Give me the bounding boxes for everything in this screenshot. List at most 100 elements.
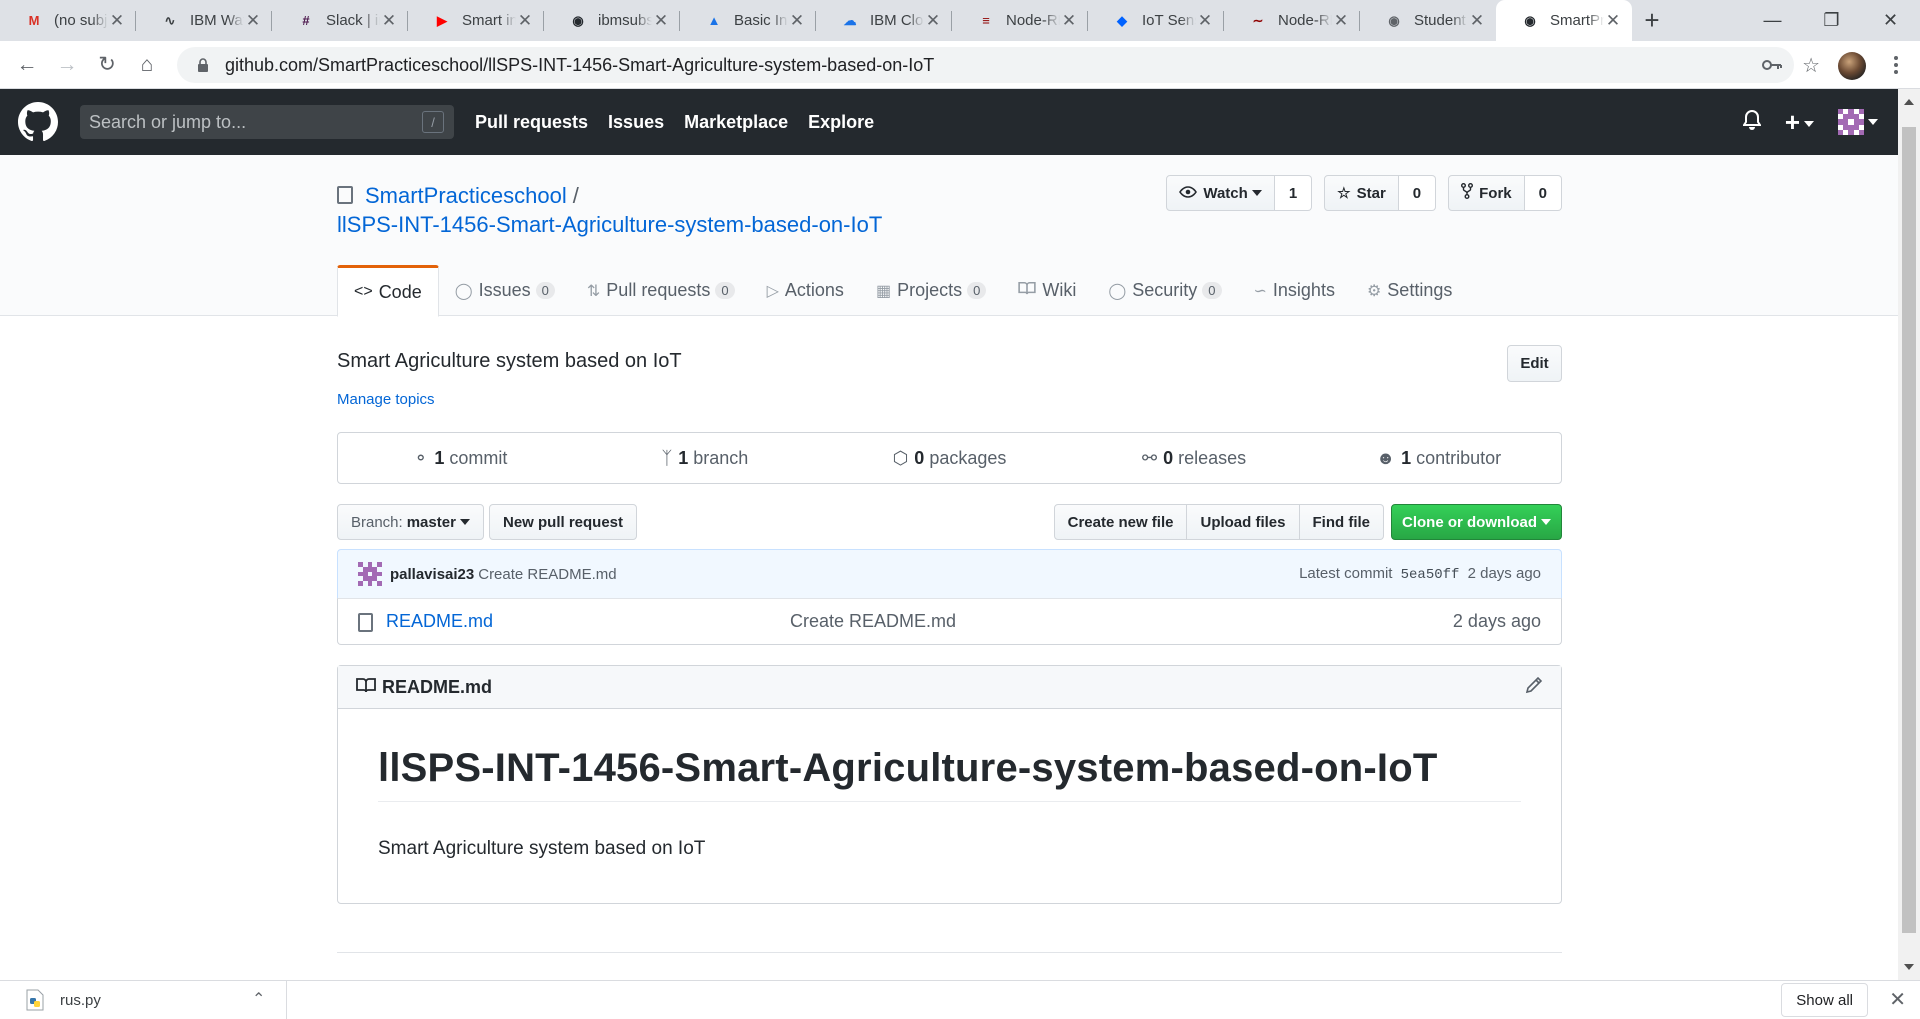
download-options-chevron-icon[interactable]: ⌃ [252, 989, 265, 1009]
tab-wiki[interactable]: Wiki [1002, 265, 1092, 316]
tab-projects[interactable]: ▦ Projects 0 [860, 265, 1002, 316]
download-filename: rus.py [60, 991, 101, 1009]
nav-pull-requests[interactable]: Pull requests [475, 112, 588, 133]
tab-security[interactable]: ◯ Security 0 [1092, 265, 1237, 316]
edit-readme-pencil-icon[interactable] [1525, 676, 1543, 700]
scroll-up-icon[interactable] [1904, 99, 1914, 105]
close-tab-icon[interactable]: ✕ [1468, 11, 1486, 31]
github-header-actions: + [1741, 89, 1878, 155]
committer-avatar-icon[interactable] [358, 562, 382, 586]
commit-sha-link[interactable]: 5ea50ff [1401, 567, 1460, 583]
tab-settings[interactable]: ⚙ Settings [1351, 265, 1468, 316]
new-pull-request-button[interactable]: New pull request [489, 504, 638, 540]
clone-or-download-button[interactable]: Clone or download [1391, 504, 1562, 540]
chevron-down-icon [1541, 519, 1551, 525]
browser-tab[interactable]: ☁ IBM Cloud✕ [816, 0, 952, 41]
fork-count[interactable]: 0 [1524, 175, 1562, 211]
close-tab-icon[interactable]: ✕ [108, 11, 126, 31]
browser-tab[interactable]: ≡ Node-RED✕ [952, 0, 1088, 41]
nav-explore[interactable]: Explore [808, 112, 874, 133]
watch-count[interactable]: 1 [1274, 175, 1313, 211]
branch-select-button[interactable]: Branch: master [337, 504, 484, 540]
download-item[interactable]: rus.py [26, 989, 101, 1011]
close-tab-icon[interactable]: ✕ [788, 11, 806, 31]
tab-actions[interactable]: ▷ Actions [751, 265, 860, 316]
browser-tab[interactable]: ∿ IBM Watson✕ [136, 0, 272, 41]
nav-marketplace[interactable]: Marketplace [684, 112, 788, 133]
reload-icon[interactable]: ↻ [87, 45, 127, 85]
browser-tab[interactable]: ∼ Node-RED✕ [1224, 0, 1360, 41]
close-tab-icon[interactable]: ✕ [244, 11, 262, 31]
star-count[interactable]: 0 [1398, 175, 1437, 211]
manage-topics-link[interactable]: Manage topics [337, 391, 435, 408]
chrome-menu-icon[interactable] [1886, 51, 1906, 79]
user-avatar-icon [1838, 109, 1864, 135]
github-header: Search or jump to... / Pull requests Iss… [0, 89, 1898, 155]
create-new-file-button[interactable]: Create new file [1053, 504, 1188, 540]
user-menu-dropdown[interactable] [1838, 109, 1878, 135]
profile-avatar[interactable] [1838, 52, 1866, 80]
show-all-downloads-button[interactable]: Show all [1781, 983, 1868, 1017]
home-icon[interactable]: ⌂ [127, 45, 167, 85]
key-icon[interactable] [1762, 54, 1783, 77]
close-tab-icon[interactable]: ✕ [516, 11, 534, 31]
address-bar[interactable]: github.com/SmartPracticeschool/llSPS-INT… [177, 47, 1794, 83]
tab-counter: 0 [1202, 282, 1222, 299]
bookmark-star-icon[interactable]: ☆ [1802, 53, 1820, 78]
create-new-dropdown[interactable]: + [1785, 109, 1814, 135]
browser-tab[interactable]: ◉ Student ✕ [1360, 0, 1496, 41]
scroll-down-icon[interactable] [1904, 964, 1914, 970]
close-tab-icon[interactable]: ✕ [924, 11, 942, 31]
github-logo-icon[interactable] [18, 102, 58, 142]
repo-name-link[interactable]: llSPS-INT-1456-Smart-Agriculture-system-… [337, 212, 882, 238]
find-file-button[interactable]: Find file [1299, 504, 1384, 540]
commit-message-link[interactable]: Create README.md [478, 566, 616, 583]
tab-insights[interactable]: ∽ Insights [1238, 265, 1351, 316]
browser-tab[interactable]: ◆ IoT Sensor✕ [1088, 0, 1224, 41]
close-tab-icon[interactable]: ✕ [1196, 11, 1214, 31]
edit-description-button[interactable]: Edit [1507, 345, 1562, 382]
summary-contributor[interactable]: ☻ 1 contributor [1316, 433, 1561, 483]
browser-tab[interactable]: # Slack | internship✕ [272, 0, 408, 41]
minimize-icon[interactable]: — [1743, 0, 1802, 41]
restore-icon[interactable]: ❐ [1802, 0, 1861, 41]
file-commit-message-link[interactable]: Create README.md [790, 611, 956, 632]
summary-releases[interactable]: ⚯ 0 releases [1072, 433, 1317, 483]
new-tab-button[interactable]: + [1632, 0, 1672, 41]
summary-packages[interactable]: ⬡ 0 packages [827, 433, 1072, 483]
repo-numbers-summary: ⚬ 1 commit ᛉ 1 branch ⬡ 0 packages ⚯ 0 releases ☻ 1 co… [337, 432, 1562, 484]
nav-issues[interactable]: Issues [608, 112, 664, 133]
forward-icon[interactable]: → [47, 45, 87, 85]
browser-tab[interactable]: ▲ Basic Internet✕ [680, 0, 816, 41]
close-tab-icon[interactable]: ✕ [1060, 11, 1078, 31]
notifications-bell-icon[interactable] [1741, 109, 1762, 135]
browser-tab[interactable]: ◉ ibmsubscription✕ [544, 0, 680, 41]
tab-code[interactable]: <> Code [337, 265, 439, 317]
upload-files-button[interactable]: Upload files [1187, 504, 1300, 540]
close-tab-icon[interactable]: ✕ [380, 11, 398, 31]
back-icon[interactable]: ← [7, 45, 47, 85]
browser-tab[interactable]: M (no subject)✕ [0, 0, 136, 41]
fork-button[interactable]: Fork [1448, 175, 1525, 211]
close-shelf-icon[interactable]: ✕ [1889, 987, 1906, 1012]
tab-pull-requests[interactable]: ⇅ Pull requests 0 [571, 265, 751, 316]
scrollbar-thumb[interactable] [1902, 127, 1916, 933]
close-tab-icon[interactable]: ✕ [652, 11, 670, 31]
star-button[interactable]: ☆ Star [1324, 175, 1399, 211]
close-tab-icon[interactable]: ✕ [1332, 11, 1350, 31]
tab-issues[interactable]: ◯ Issues 0 [439, 265, 571, 316]
file-name-link[interactable]: README.md [386, 611, 493, 632]
page-scrollbar[interactable] [1898, 89, 1920, 980]
repo-owner-link[interactable]: SmartPracticeschool [365, 183, 567, 208]
summary-commit[interactable]: ⚬ 1 commit [338, 433, 583, 483]
watch-button[interactable]: Watch [1166, 175, 1275, 211]
commit-author-link[interactable]: pallavisai23 [390, 566, 474, 583]
browser-tab[interactable]: ▶ Smart internz✕ [408, 0, 544, 41]
browser-tab[interactable]: ◉ SmartPracticeschool✕ [1496, 0, 1632, 41]
github-icon: ◉ [1524, 12, 1536, 28]
summary-branch[interactable]: ᛉ 1 branch [583, 433, 828, 483]
close-window-icon[interactable]: ✕ [1861, 0, 1920, 41]
github-search-input[interactable]: Search or jump to... / [80, 105, 454, 139]
close-tab-icon[interactable]: ✕ [1604, 11, 1622, 31]
nodered-flow-icon: ∼ [1252, 12, 1264, 28]
